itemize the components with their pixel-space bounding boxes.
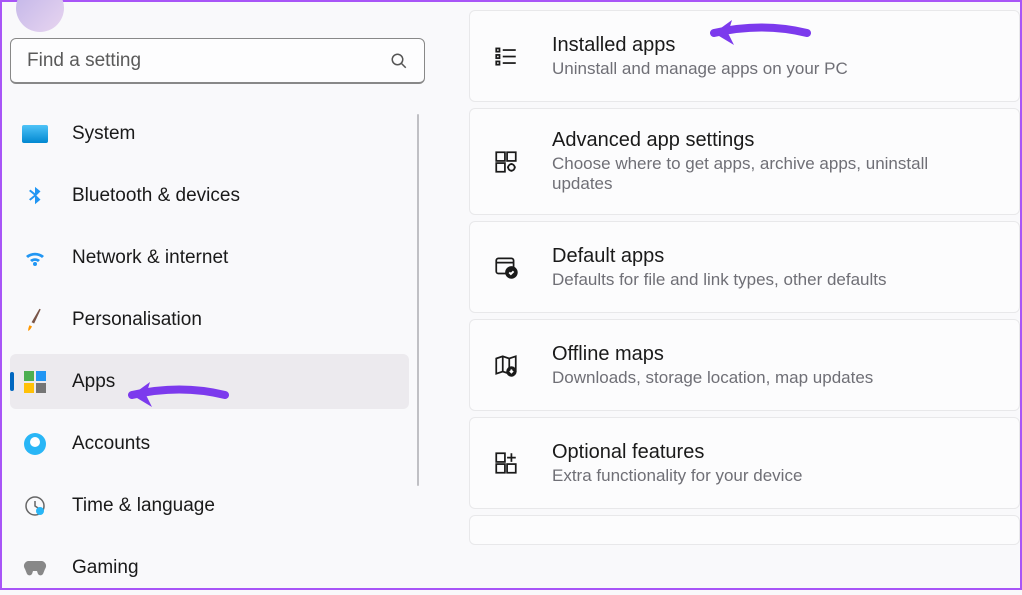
search-box[interactable] <box>10 38 425 84</box>
sidebar-item-label: Accounts <box>72 433 150 455</box>
card-offline-maps[interactable]: Offline maps Downloads, storage location… <box>469 319 1020 411</box>
card-desc: Uninstall and manage apps on your PC <box>552 59 991 79</box>
card-title: Default apps <box>552 245 991 268</box>
main-panel: Installed apps Uninstall and manage apps… <box>445 2 1020 588</box>
scrollbar[interactable] <box>417 114 419 486</box>
card-advanced-app-settings[interactable]: Advanced app settings Choose where to ge… <box>469 108 1020 215</box>
brush-icon <box>18 303 51 336</box>
sidebar-item-label: Network & internet <box>72 247 228 269</box>
sidebar-item-time-language[interactable]: Time & language <box>10 478 409 533</box>
card-title: Offline maps <box>552 343 991 366</box>
card-desc: Extra functionality for your device <box>552 466 991 486</box>
sidebar-item-label: Apps <box>72 371 115 393</box>
card-optional-features[interactable]: Optional features Extra functionality fo… <box>469 417 1020 509</box>
sidebar-item-label: System <box>72 123 135 145</box>
sidebar-item-label: Bluetooth & devices <box>72 185 240 207</box>
sidebar-item-apps[interactable]: Apps <box>10 354 409 409</box>
grid-gear-icon <box>492 148 520 176</box>
card-title: Optional features <box>552 441 991 464</box>
apps-icon <box>22 369 48 395</box>
grid-plus-icon <box>492 449 520 477</box>
sidebar-item-personalisation[interactable]: Personalisation <box>10 292 409 347</box>
search-input[interactable] <box>27 50 390 72</box>
sidebar-item-bluetooth[interactable]: Bluetooth & devices <box>10 168 409 223</box>
card-title: Advanced app settings <box>552 129 991 152</box>
clock-icon <box>22 493 48 519</box>
list-icon <box>492 42 520 70</box>
bluetooth-icon <box>22 183 48 209</box>
sidebar-item-label: Gaming <box>72 557 139 579</box>
accounts-icon <box>22 431 48 457</box>
search-icon <box>390 52 408 70</box>
sidebar-nav: System Bluetooth & devices Network & int… <box>10 106 437 595</box>
sidebar-item-system[interactable]: System <box>10 106 409 161</box>
card-installed-apps[interactable]: Installed apps Uninstall and manage apps… <box>469 10 1020 102</box>
card-desc: Downloads, storage location, map updates <box>552 368 991 388</box>
sidebar-item-network[interactable]: Network & internet <box>10 230 409 285</box>
card-desc: Choose where to get apps, archive apps, … <box>552 154 991 194</box>
window-check-icon <box>492 253 520 281</box>
map-download-icon <box>492 351 520 379</box>
gaming-icon <box>22 555 48 581</box>
card-title: Installed apps <box>552 34 991 57</box>
system-icon <box>22 121 48 147</box>
wifi-icon <box>22 245 48 271</box>
avatar[interactable] <box>16 0 64 32</box>
card-desc: Defaults for file and link types, other … <box>552 270 991 290</box>
sidebar-item-label: Personalisation <box>72 309 202 331</box>
sidebar-item-gaming[interactable]: Gaming <box>10 540 409 595</box>
sidebar-item-accounts[interactable]: Accounts <box>10 416 409 471</box>
sidebar-item-label: Time & language <box>72 495 215 517</box>
card-default-apps[interactable]: Default apps Defaults for file and link … <box>469 221 1020 313</box>
card-partial-next[interactable] <box>469 515 1020 545</box>
